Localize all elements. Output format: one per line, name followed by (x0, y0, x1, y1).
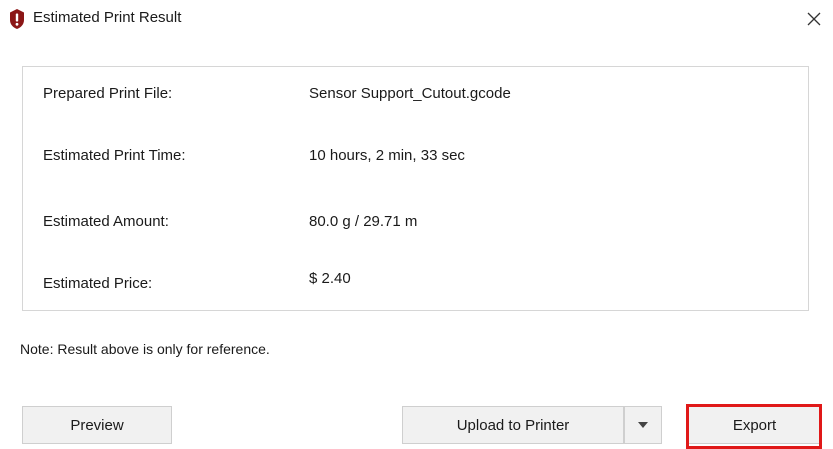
reference-note: Note: Result above is only for reference… (20, 341, 270, 357)
print-time-row: Estimated Print Time: 10 hours, 2 min, 3… (23, 147, 808, 175)
print-time-label: Estimated Print Time: (43, 147, 186, 164)
amount-label: Estimated Amount: (43, 213, 169, 230)
prepared-file-row: Prepared Print File: Sensor Support_Cuto… (23, 85, 808, 113)
export-button[interactable]: Export (687, 406, 822, 444)
price-row: Estimated Price: $ 2.40 (23, 270, 808, 301)
close-icon (807, 12, 821, 26)
upload-to-printer-button[interactable]: Upload to Printer (402, 406, 624, 444)
price-value: $ 2.40 (309, 270, 351, 287)
upload-options-dropdown[interactable] (624, 406, 662, 444)
print-result-panel: Prepared Print File: Sensor Support_Cuto… (22, 66, 809, 311)
caret-down-icon (638, 422, 648, 428)
dialog-title-bar: Estimated Print Result (0, 0, 833, 40)
prepared-file-value: Sensor Support_Cutout.gcode (309, 85, 511, 102)
alert-shield-icon (10, 9, 24, 29)
dialog-title: Estimated Print Result (33, 9, 182, 26)
preview-button[interactable]: Preview (22, 406, 172, 444)
price-label: Estimated Price: (43, 275, 153, 292)
amount-row: Estimated Amount: 80.0 g / 29.71 m (23, 213, 808, 241)
close-button[interactable] (801, 6, 827, 32)
amount-value: 80.0 g / 29.71 m (309, 213, 418, 230)
print-time-value: 10 hours, 2 min, 33 sec (309, 147, 465, 164)
prepared-file-label: Prepared Print File: (43, 85, 173, 102)
